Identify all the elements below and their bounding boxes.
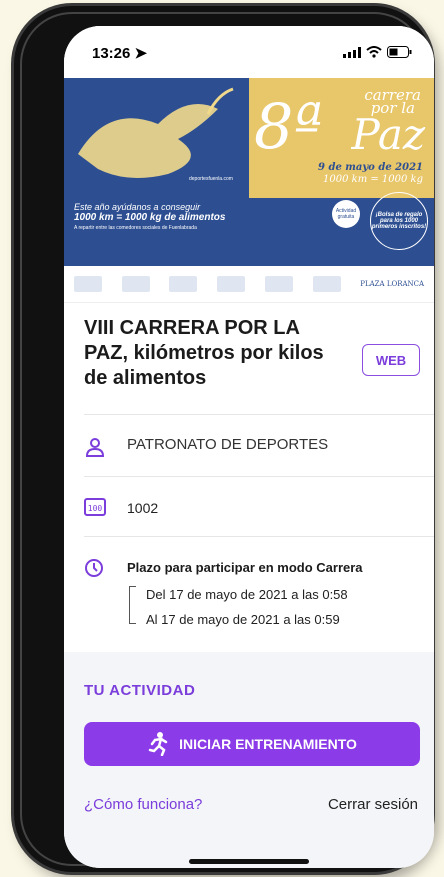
logout-link[interactable]: Cerrar sesión: [328, 796, 418, 813]
banner-info-bar: Este año ayúdanos a conseguir 1000 km = …: [64, 192, 434, 266]
organizer-name: PATRONATO DE DEPORTES: [127, 436, 329, 453]
web-button[interactable]: WEB: [362, 344, 420, 376]
sponsor-logo: [217, 276, 246, 292]
signal-icon: [343, 46, 361, 58]
banner-help-line3: A repartir entre las comedores sociales …: [74, 225, 197, 231]
period-start: Del 17 de mayo de 2021 a las 0:58: [146, 587, 348, 602]
sponsor-logo: [312, 276, 341, 292]
banner-site: deportesfuenla.com: [189, 176, 233, 182]
svg-text:100: 100: [88, 504, 103, 513]
gift-badge: ¡Bolsa de regalo para los 1000 primeros …: [370, 192, 428, 250]
sponsor-logo: [73, 276, 102, 292]
banner-help-line1: Este año ayúdanos a conseguir: [74, 202, 201, 212]
period-end: Al 17 de mayo de 2021 a las 0:59: [146, 612, 340, 627]
free-badge: Actividad gratuita: [332, 200, 360, 228]
banner-help-line2: 1000 km = 1000 kg de alimentos: [74, 212, 226, 223]
bib-number-icon: 100: [84, 498, 106, 516]
sponsor-logos: PLAZA LORANCA: [64, 266, 434, 303]
period-label: Plazo para participar en modo Carrera: [127, 560, 363, 575]
sponsor-logo: [169, 276, 198, 292]
event-title: VIII CARRERA POR LA PAZ, kilómetros por …: [84, 317, 324, 389]
divider: [84, 536, 434, 537]
activity-heading: TU ACTIVIDAD: [84, 682, 196, 699]
event-banner: deportesfuenla.com 8ª carrera por la Paz…: [64, 78, 434, 266]
start-training-button[interactable]: INICIAR ENTRENAMIENTO: [84, 722, 420, 766]
status-icons: [343, 46, 412, 58]
date-range-bracket: [129, 586, 136, 624]
runner-icon: [148, 732, 168, 756]
banner-blue-panel: deportesfuenla.com: [64, 78, 249, 198]
divider: [84, 476, 434, 477]
screen: 13:26 ➤ deportesfuenla.com 8ª carrera po…: [64, 26, 434, 868]
phone-frame: 13:26 ➤ deportesfuenla.com 8ª carrera po…: [14, 6, 434, 872]
how-it-works-link[interactable]: ¿Cómo funciona?: [84, 796, 202, 813]
home-indicator[interactable]: [189, 859, 309, 864]
user-icon: [85, 438, 105, 457]
sponsor-logo: [264, 276, 293, 292]
status-bar: 13:26 ➤: [64, 26, 434, 78]
clock-icon: [85, 559, 103, 577]
battery-icon: [387, 46, 412, 58]
sponsor-plaza-loranca: PLAZA LORANCA: [360, 280, 425, 288]
sponsor-logo: [121, 276, 150, 292]
wifi-icon: [366, 46, 382, 58]
divider: [84, 414, 434, 415]
bib-number: 1002: [127, 500, 159, 516]
status-time: 13:26 ➤: [92, 45, 148, 62]
start-training-label: INICIAR ENTRENAMIENTO: [179, 736, 357, 752]
location-arrow-icon: ➤: [134, 45, 148, 62]
